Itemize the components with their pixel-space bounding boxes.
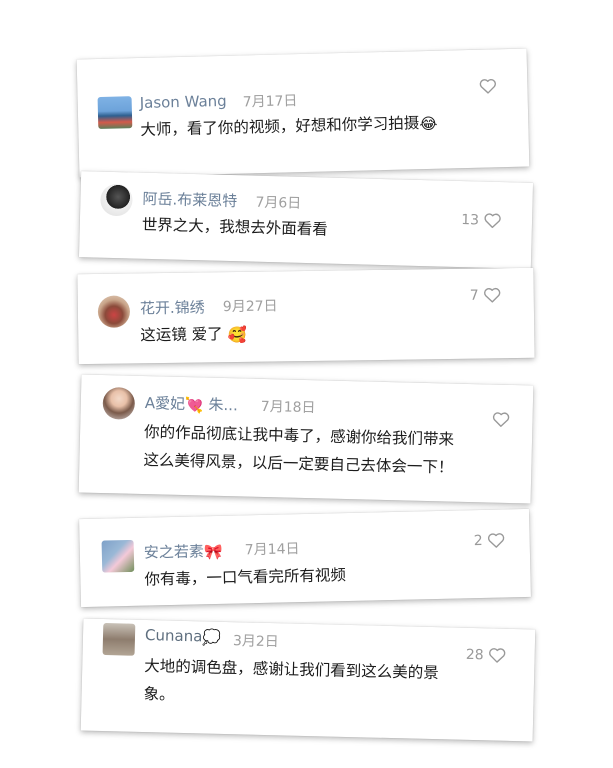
comment-card: Cunana💭 3月2日 大地的调色盘，感谢让我们看到这么美的景 象。 28 <box>80 618 536 742</box>
comment-date: 7月17日 <box>242 93 298 111</box>
author-name: A愛妃 <box>144 394 186 414</box>
author-name-truncated: 朱... <box>208 395 239 415</box>
like-button[interactable]: 13 <box>461 211 502 229</box>
heart-outline-icon <box>492 412 510 427</box>
comment-date: 7月14日 <box>244 541 300 559</box>
heart-outline-icon <box>479 79 496 94</box>
author-name: 安之若素 <box>143 542 205 562</box>
heart-outline-icon <box>489 648 506 663</box>
thought-bubble-emoji-icon: 💭 <box>202 627 222 647</box>
laughing-emoji-icon: 😂 <box>419 114 438 133</box>
like-count: 7 <box>469 287 479 304</box>
avatar[interactable] <box>97 295 131 328</box>
comment-author[interactable]: 花开.锦绣 <box>140 296 205 318</box>
comment-date: 7月6日 <box>255 194 302 212</box>
avatar[interactable] <box>102 387 136 420</box>
heart-outline-icon <box>487 533 505 548</box>
comment-card: 安之若素🎀 7月14日 你有毒，一口气看完所有视频 2 <box>79 508 531 608</box>
heart-arrow-emoji-icon: 💘 <box>184 395 204 414</box>
like-button[interactable]: 28 <box>466 646 507 664</box>
heart-outline-icon <box>484 213 501 229</box>
like-count: 28 <box>465 646 484 663</box>
comment-card: 花开.锦绣 9月27日 这运镜 爱了 🥰 7 <box>77 267 535 365</box>
avatar[interactable] <box>101 539 135 573</box>
like-button[interactable] <box>478 77 497 94</box>
comment-date: 7月18日 <box>260 398 316 417</box>
author-name: Cunana <box>144 626 203 646</box>
comment-body: 大师，看了你的视频，好想和你学习拍摄 <box>140 114 420 139</box>
comment-text: 你的作品彻底让我中毒了，感谢你给我们带来 这么美得风景，以后一定要自己去体会一下… <box>143 418 454 482</box>
smiling-hearts-emoji-icon: 🥰 <box>227 325 248 344</box>
comment-text: 世界之大，我想去外面看看 <box>141 215 329 239</box>
comment-author[interactable]: Cunana💭 <box>145 626 222 646</box>
comment-card: A愛妃💘 朱... 7月18日 你的作品彻底让我中毒了，感谢你给我们带来 这么美… <box>78 374 534 504</box>
comment-date: 3月2日 <box>232 633 279 651</box>
comment-body: 这运镜 爱了 <box>140 325 223 345</box>
comment-author[interactable]: 安之若素🎀 <box>144 540 223 563</box>
comment-text: 这运镜 爱了 🥰 <box>140 320 247 350</box>
comment-text: 大地的调色盘，感谢让我们看到这么美的景 象。 <box>143 652 439 715</box>
comment-author[interactable]: 阿岳.布莱恩特 <box>142 188 237 211</box>
like-button[interactable] <box>491 411 510 428</box>
ribbon-emoji-icon: 🎀 <box>203 542 223 561</box>
comment-card: 阿岳.布莱恩特 7月6日 世界之大，我想去外面看看 13 <box>78 171 534 269</box>
comment-text: 你有毒，一口气看完所有视频 <box>144 566 347 589</box>
like-button[interactable]: 2 <box>474 531 506 549</box>
comment-date: 9月27日 <box>222 298 278 316</box>
like-count: 2 <box>473 532 483 549</box>
like-count: 13 <box>461 211 480 229</box>
like-button[interactable]: 7 <box>470 286 502 303</box>
avatar[interactable] <box>97 96 133 130</box>
avatar[interactable] <box>100 183 133 217</box>
avatar[interactable] <box>102 622 136 656</box>
comment-text: 大师，看了你的视频，好想和你学习拍摄😂 <box>140 109 438 145</box>
comment-card: Jason Wang 7月17日 大师，看了你的视频，好想和你学习拍摄😂 <box>76 48 530 178</box>
heart-outline-icon <box>484 287 501 303</box>
comment-author[interactable]: A愛妃💘 朱... <box>145 392 239 415</box>
comment-author[interactable]: Jason Wang <box>139 92 226 112</box>
